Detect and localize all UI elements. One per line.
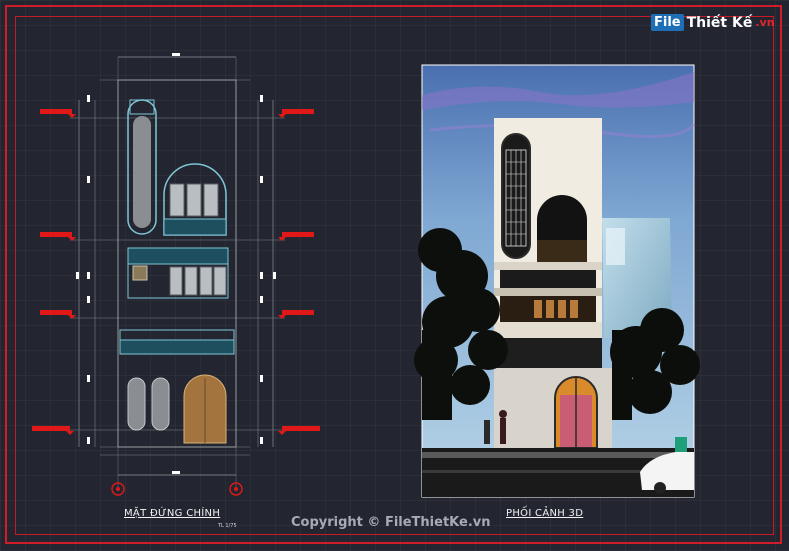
drawing-canvas: [32, 53, 700, 498]
copyright-watermark: Copyright © FileThietKe.vn: [291, 515, 491, 530]
elevation-drawing: [32, 53, 320, 496]
level-markers-left: [32, 109, 76, 435]
elevation-caption: MẶT ĐỨNG CHÍNH: [124, 508, 221, 519]
render-3d-view: [414, 64, 700, 498]
render-caption: PHỐI CẢNH 3D: [506, 508, 584, 519]
elevation-scale: TL 1/75: [218, 523, 237, 529]
level-markers-right: [278, 109, 320, 435]
